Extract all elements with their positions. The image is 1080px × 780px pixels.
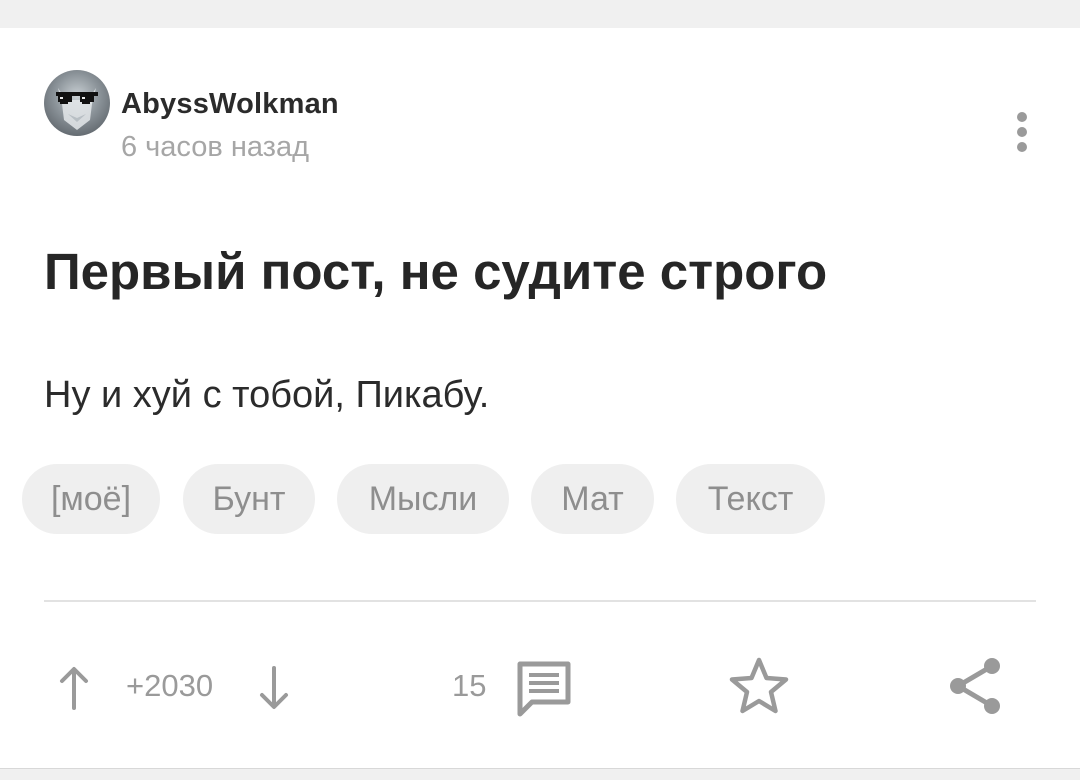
share-icon[interactable] bbox=[946, 654, 1006, 718]
divider bbox=[44, 600, 1036, 602]
more-vertical-icon[interactable] bbox=[1006, 112, 1038, 158]
tag-moe[interactable]: [моё] bbox=[22, 464, 160, 534]
author-name[interactable]: AbyssWolkman bbox=[121, 88, 339, 121]
tag-bunt[interactable]: Бунт bbox=[183, 464, 315, 534]
rating-value: +2030 bbox=[126, 668, 214, 703]
star-icon[interactable] bbox=[728, 656, 790, 716]
arrow-down-icon[interactable] bbox=[258, 664, 290, 712]
tag-mat[interactable]: Мат bbox=[531, 464, 654, 534]
post-body: Ну и хуй с тобой, Пикабу. bbox=[44, 374, 490, 416]
tag-tekst[interactable]: Текст bbox=[676, 464, 825, 534]
arrow-up-icon[interactable] bbox=[58, 664, 90, 712]
comment-icon[interactable] bbox=[514, 658, 574, 718]
comments-count: 15 bbox=[452, 668, 487, 703]
author-avatar[interactable] bbox=[44, 70, 110, 136]
post-card: AbyssWolkman 6 часов назад Первый пост, … bbox=[0, 28, 1080, 769]
post-title[interactable]: Первый пост, не судите строго bbox=[44, 242, 827, 301]
post-time: 6 часов назад bbox=[121, 131, 310, 163]
tag-mysli[interactable]: Мысли bbox=[337, 464, 509, 534]
